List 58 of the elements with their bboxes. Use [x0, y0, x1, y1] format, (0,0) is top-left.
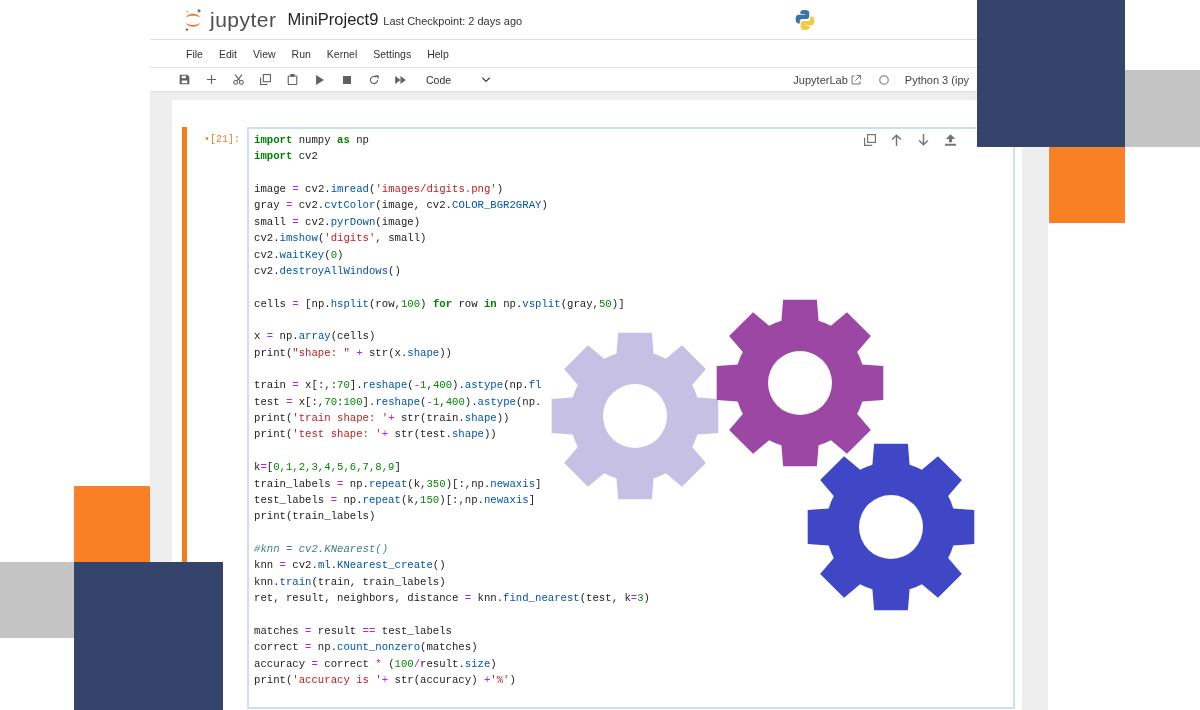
code-line: print("shape: " + str(x.shape)) — [254, 345, 452, 361]
kernel-logo-icon — [795, 9, 815, 30]
code-line: cv2.waitKey(0) — [254, 247, 344, 263]
caret-icon — [482, 77, 490, 82]
code-line: knn = cv2.ml.KNearest_create() — [254, 558, 446, 574]
code-line: test_labels = np.repeat(k,150)[:,np.newaxis] — [254, 492, 536, 508]
play-icon[interactable] — [315, 74, 324, 85]
tray-arrow-icon[interactable] — [945, 134, 956, 146]
code-line: x = np.array(cells) — [254, 329, 376, 345]
code-line: small = cv2.pyrDown(image) — [254, 214, 421, 230]
logo-text: jupyter — [210, 7, 277, 32]
code-line: train = x[:,:70].reshape(-1,400).astype(np.fl — [254, 378, 542, 394]
logo-icon — [185, 8, 201, 31]
menu-item[interactable]: View — [245, 47, 284, 60]
checkpoint-status: Last Checkpoint: 2 days ago — [383, 15, 523, 27]
code-line: train_labels = np.repeat(k,350)[:,np.newaxis] — [254, 476, 542, 492]
duplicate-icon[interactable] — [863, 134, 876, 146]
save-icon[interactable] — [179, 74, 190, 85]
kernel-name[interactable]: Python 3 (ipy — [904, 73, 969, 86]
code-line: accuracy = correct * (100/result.size) — [254, 656, 497, 672]
fast-forward-icon[interactable] — [395, 75, 406, 84]
notebook-title[interactable]: MiniProject9 — [287, 10, 379, 29]
code-line: correct = np.count_nonzero(matches) — [254, 640, 478, 656]
code-line: cv2.destroyAllWindows() — [254, 263, 401, 279]
code-line: knn.train(train, train_labels) — [254, 574, 446, 590]
code-line: print('accuracy is '+ str(accuracy) +'%') — [254, 672, 516, 688]
external-link-icon[interactable] — [850, 74, 861, 85]
menu-item[interactable]: Help — [419, 47, 457, 60]
menu-item[interactable]: Settings — [365, 47, 420, 60]
scissors-icon[interactable] — [233, 74, 244, 85]
cell-type-dropdown[interactable]: Code — [420, 73, 496, 86]
code-line: print('train shape: '+ str(train.shape)) — [254, 411, 510, 427]
plus-icon[interactable] — [207, 75, 216, 84]
code-line: import cv2 — [254, 149, 318, 165]
menu-item[interactable]: Edit — [210, 47, 245, 60]
clipboard-icon[interactable] — [287, 74, 298, 85]
code-line: gray = cv2.cvtColor(image, cv2.COLOR_BGR2GRAY) — [254, 198, 548, 214]
menu-item[interactable]: File — [178, 47, 211, 60]
code-line: print(train_labels) — [254, 509, 376, 525]
code-line: import numpy as np — [254, 133, 369, 148]
menu-item[interactable]: Run — [283, 47, 319, 60]
refresh-icon[interactable] — [368, 74, 379, 85]
menu-item[interactable]: Kernel — [318, 47, 366, 60]
copy-icon[interactable] — [260, 74, 271, 85]
code-line: cv2.imshow('digits', small) — [254, 231, 427, 247]
arrow-up-icon[interactable] — [891, 134, 902, 146]
code-line: cells = [np.hsplit(row,100) for row in np.vsplit(gray,50)] — [254, 296, 625, 312]
code-line: #knn = cv2.KNearest() — [254, 542, 389, 557]
stop-icon[interactable] — [342, 75, 351, 84]
arrow-down-icon[interactable] — [918, 134, 929, 146]
code-line: test = x[:,70:100].reshape(-1,400).astype(np. — [254, 394, 542, 410]
code-line: matches = result == test_labels — [254, 623, 452, 639]
jupyterlab-link[interactable]: JupyterLab — [793, 73, 848, 86]
cell-prompt: •[21]: — [204, 133, 240, 147]
code-line: ret, result, neighbors, distance = knn.find_nearest(test, k=3) — [254, 591, 650, 607]
code-line: k=[0,1,2,3,4,5,6,7,8,9] — [254, 460, 401, 476]
code-line: image = cv2.imread('images/digits.png') — [254, 182, 504, 198]
code-line: print('test shape: '+ str(test.shape)) — [254, 427, 497, 443]
